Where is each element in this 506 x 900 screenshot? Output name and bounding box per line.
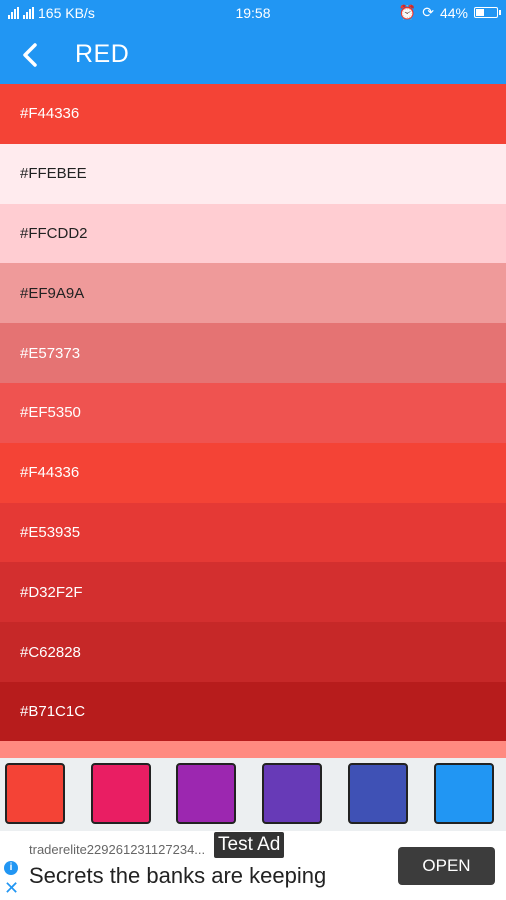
battery-fill	[476, 9, 485, 16]
palette-swatch[interactable]	[262, 763, 322, 824]
color-row[interactable]: #F44336	[0, 84, 506, 144]
color-row[interactable]: #B71C1C	[0, 681, 506, 742]
back-button[interactable]	[14, 38, 48, 72]
color-hex-label: #FFCDD2	[20, 224, 88, 242]
alarm-icon: ⏰	[398, 4, 417, 20]
color-row[interactable]: #C62828	[0, 622, 506, 682]
open-button[interactable]: OPEN	[398, 847, 495, 885]
page-title: RED	[75, 40, 130, 68]
color-row[interactable]: #E57373	[0, 323, 506, 383]
test-ad-badge: Test Ad	[214, 832, 285, 858]
status-bar: 165 KB/s 19:58 ⏰ ⟳ 44%	[0, 0, 506, 26]
color-hex-label: #E53935	[20, 523, 81, 541]
color-hex-label: #EF9A9A	[20, 284, 85, 302]
palette-bar	[0, 758, 506, 831]
color-row[interactable]: #D32F2F	[0, 562, 506, 623]
chevron-left-icon	[23, 43, 37, 67]
battery-icon	[474, 7, 501, 18]
info-icon[interactable]: i	[4, 861, 18, 875]
color-row[interactable]: #EF9A9A	[0, 263, 506, 324]
color-hex-label: #D32F2F	[20, 583, 83, 601]
palette-swatch[interactable]	[176, 763, 236, 824]
color-hex-label: #E57373	[20, 344, 81, 362]
close-icon[interactable]: ✕	[4, 879, 19, 897]
color-row[interactable]: #FFEBEE	[0, 143, 506, 204]
color-row[interactable]: #EF5350	[0, 382, 506, 443]
color-row[interactable]: #F44336	[0, 442, 506, 503]
color-row[interactable]: #E53935	[0, 502, 506, 563]
color-hex-label: #FFEBEE	[20, 165, 87, 183]
palette-swatch[interactable]	[91, 763, 151, 824]
color-hex-label: #F44336	[20, 105, 80, 123]
color-hex-label: #C62828	[20, 643, 81, 661]
sync-icon: ⟳	[422, 4, 434, 20]
status-right: ⏰ ⟳ 44%	[398, 4, 501, 21]
ad-headline: Secrets the banks are keeping	[29, 863, 327, 888]
color-row[interactable]: #FFCDD2	[0, 203, 506, 264]
palette-swatch[interactable]	[434, 763, 494, 824]
color-hex-label: #B71C1C	[20, 703, 86, 721]
palette-swatch[interactable]	[5, 763, 65, 824]
color-hex-label: #EF5350	[20, 404, 81, 422]
app-bar: RED	[0, 26, 506, 84]
palette-swatch[interactable]	[348, 763, 408, 824]
list-overflow-row	[0, 741, 506, 758]
color-hex-label: #F44336	[20, 464, 80, 482]
color-list: #F44336 #FFEBEE #FFCDD2 #EF9A9A #E57373 #EF53…	[0, 84, 506, 742]
battery-percent: 44%	[439, 4, 468, 21]
